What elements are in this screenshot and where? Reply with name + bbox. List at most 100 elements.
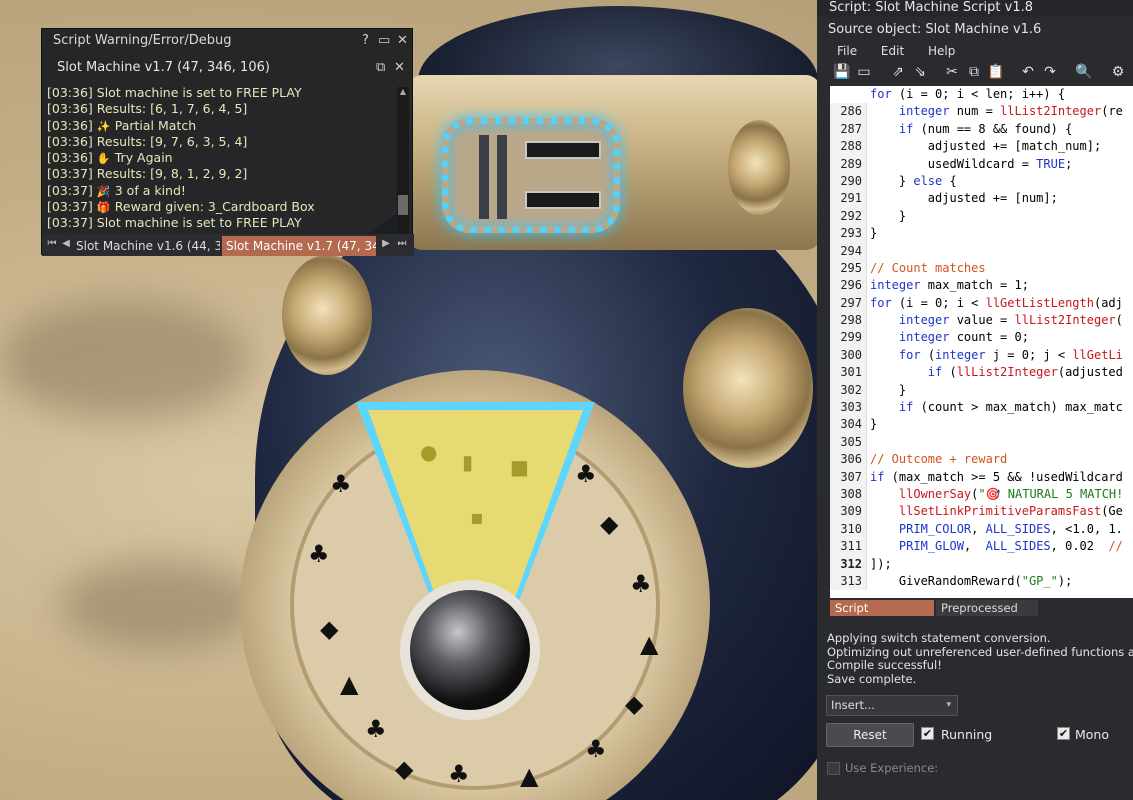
tab-preprocessed[interactable]: Preprocessed [936, 600, 1038, 616]
code-editor[interactable]: for (i = 0; i < len; i++) { 286 integer n… [830, 86, 1133, 598]
code-line[interactable]: 294 [830, 242, 1133, 260]
close-icon[interactable]: ✕ [397, 29, 408, 53]
running-checkbox[interactable]: ✔ [921, 727, 934, 740]
tab-script[interactable]: Script [830, 600, 934, 616]
code-line[interactable]: 305 [830, 433, 1133, 452]
copy-icon[interactable]: ⧉ [965, 63, 983, 81]
code-line[interactable]: 291 adjusted += [num]; [830, 190, 1133, 208]
code-line[interactable]: 303 if (count > max_match) max_matc [830, 399, 1133, 417]
tear-off-icon[interactable]: ⧉ [376, 53, 385, 83]
settings-icon[interactable]: ⚙ [1109, 63, 1127, 81]
display-bar [479, 135, 489, 219]
close-tab-icon[interactable]: ✕ [394, 53, 405, 83]
log-line: [03:37] Slot machine is set to FREE PLAY [47, 215, 395, 231]
compile-messages: Applying switch statement conversion. Opt… [817, 618, 1133, 690]
code-line[interactable]: for (i = 0; i < len; i++) { [830, 86, 1133, 103]
code-line[interactable]: 310 PRIM_COLOR, ALL_SIDES, <1.0, 1. [830, 520, 1133, 539]
code-text: if (max_match >= 5 && !usedWildcard [870, 469, 1123, 484]
code-text: for (i = 0; i < len; i++) { [870, 87, 1066, 101]
tab-prev-icon[interactable]: ◀ [60, 238, 72, 254]
code-text: adjusted += [num]; [870, 191, 1058, 206]
code-line[interactable]: 309 llSetLinkPrimitiveParamsFast(Ge [830, 503, 1133, 521]
script-editor-window[interactable]: Script: Slot Machine Script v1.8 Source … [817, 0, 1133, 800]
undo-icon[interactable]: ↶ [1019, 63, 1037, 81]
script-debug-window[interactable]: Script Warning/Error/Debug ? ▭ ✕ Slot Ma… [41, 28, 414, 256]
side-knob[interactable] [728, 120, 790, 215]
cut-icon[interactable]: ✂ [943, 63, 961, 81]
code-line[interactable]: 293} [830, 225, 1133, 243]
tab-slot-machine-v1-7[interactable]: Slot Machine v1.7 (47, 346, [222, 236, 376, 256]
triangle-symbol: ▲ [520, 762, 539, 790]
code-line[interactable]: 306// Outcome + reward [830, 451, 1133, 469]
code-text: usedWildcard = TRUE; [870, 156, 1073, 171]
code-line[interactable]: 299 integer count = 0; [830, 329, 1133, 347]
chevron-down-icon: ▾ [946, 700, 951, 710]
code-line[interactable]: 307 if (max_match >= 5 && !usedWildcard [830, 468, 1133, 486]
code-line[interactable]: 286 integer num = llList2Integer(re [830, 103, 1133, 121]
log-emoji-icon: 🎁 [96, 201, 111, 215]
minimize-icon[interactable]: ▭ [378, 29, 390, 53]
code-line[interactable]: 296 integer max_match = 1; [830, 277, 1133, 295]
log-time: [03:37] [47, 215, 93, 231]
redo-icon[interactable]: ↷ [1041, 63, 1059, 81]
code-line[interactable]: 313 GiveRandomReward("GP_"); [830, 572, 1133, 591]
help-icon[interactable]: ? [362, 29, 369, 53]
line-number: 298 [830, 312, 867, 330]
editor-toolbar: 💾 ▭ ⇗ ⇘ ✂ ⧉ 📋 ↶ ↷ 🔍 ⚙ [817, 59, 1133, 85]
tab-slot-machine-v1-6[interactable]: Slot Machine v1.6 (44, 346, [72, 236, 220, 256]
menu-file[interactable]: File [837, 44, 857, 58]
mono-checkbox[interactable]: ✔ [1057, 727, 1070, 740]
code-line[interactable]: 302 } [830, 381, 1133, 400]
insert-dropdown[interactable]: Insert... ▾ [826, 695, 958, 716]
code-line[interactable]: 312]); [830, 555, 1133, 573]
code-line[interactable]: 301 if (llList2Integer(adjusted [830, 364, 1133, 382]
scroll-thumb[interactable] [398, 195, 408, 215]
code-line[interactable]: 304} [830, 416, 1133, 434]
code-line[interactable]: 292 } [830, 207, 1133, 226]
tab-first-icon[interactable]: ⏮ [46, 238, 58, 254]
log-text: Results: [9, 7, 6, 3, 5, 4] [96, 133, 248, 149]
code-line[interactable]: 290 } else { [830, 172, 1133, 191]
code-text: } [870, 417, 878, 432]
window-icon[interactable]: ▭ [855, 63, 873, 81]
use-experience-checkbox[interactable] [827, 762, 840, 775]
debug-title-bar[interactable]: Script Warning/Error/Debug ? ▭ ✕ [42, 29, 412, 53]
code-line[interactable]: 308 llOwnerSay("🎯 NATURAL 5 MATCH! [830, 485, 1133, 504]
tab-next-icon[interactable]: ▶ [380, 238, 392, 254]
reel-hub[interactable] [400, 580, 540, 720]
save-icon[interactable]: 💾 [833, 63, 851, 81]
log-line: [03:37] Results: [9, 8, 1, 2, 9, 2] [47, 166, 395, 182]
debug-tab-strip: ⏮ ◀ Slot Machine v1.6 (44, 346, Slot Mac… [42, 234, 414, 256]
line-number: 295 [830, 259, 867, 278]
display-slot [525, 141, 601, 159]
yellow-symbol: ■ [510, 455, 529, 479]
side-knob[interactable] [683, 308, 813, 468]
code-line[interactable]: 297 for (i = 0; i < llGetListLength(adj [830, 294, 1133, 313]
scroll-up-icon[interactable]: ▲ [398, 87, 408, 99]
line-number: 288 [830, 138, 867, 156]
search-icon[interactable]: 🔍 [1075, 63, 1093, 81]
log-time: [03:37] [47, 182, 93, 198]
code-line[interactable]: 311 PRIM_GLOW, ALL_SIDES, 0.02 // [830, 538, 1133, 556]
tab-last-icon[interactable]: ⏭ [396, 238, 408, 254]
code-line[interactable]: 298 integer value = llList2Integer( [830, 312, 1133, 330]
code-line[interactable]: 288 adjusted += [match_num]; [830, 138, 1133, 156]
code-text: GiveRandomReward("GP_"); [870, 573, 1073, 588]
editor-window-title: Script: Slot Machine Script v1.8 [829, 0, 1034, 15]
menu-help[interactable]: Help [928, 44, 955, 58]
code-line[interactable]: 289 usedWildcard = TRUE; [830, 155, 1133, 173]
menu-edit[interactable]: Edit [881, 44, 904, 58]
club-symbol: ♣ [575, 460, 597, 488]
code-line[interactable]: 295// Count matches [830, 259, 1133, 278]
code-text: PRIM_COLOR, ALL_SIDES, <1.0, 1. [898, 521, 1123, 536]
code-line[interactable]: 287 if (num == 8 && found) { [830, 120, 1133, 139]
reset-button[interactable]: Reset [826, 723, 914, 747]
export-icon[interactable]: ⇗ [889, 63, 907, 81]
code-line[interactable]: 300 for (integer j = 0; j < llGetLi [830, 346, 1133, 365]
mono-label: Mono [1075, 727, 1110, 742]
paste-icon[interactable]: 📋 [987, 63, 1005, 81]
import-icon[interactable]: ⇘ [911, 63, 929, 81]
debug-scrollbar[interactable]: ▲ ▼ [397, 87, 409, 255]
side-knob[interactable] [282, 255, 372, 375]
editor-title-bar[interactable]: Script: Slot Machine Script v1.8 [817, 0, 1133, 17]
